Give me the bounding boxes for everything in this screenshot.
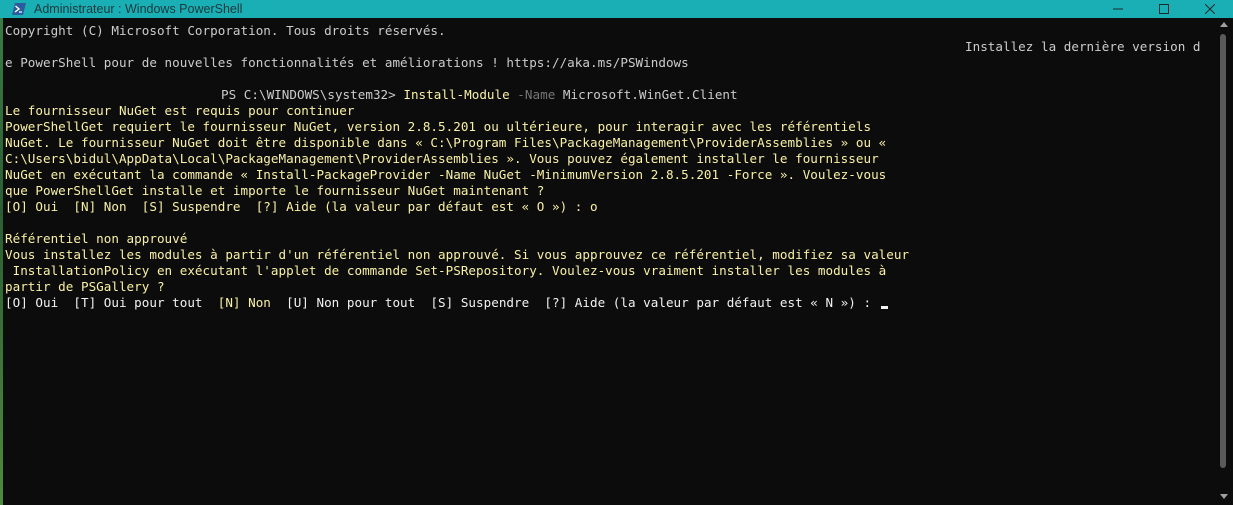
close-button[interactable] — [1187, 0, 1233, 18]
powershell-window: Administrateur : Windows PowerShell Copy… — [0, 0, 1233, 505]
warning-line: partir de PSGallery ? — [5, 279, 165, 294]
maximize-icon — [1159, 4, 1169, 14]
console-line: Copyright (C) Microsoft Corporation. Tou… — [5, 23, 446, 38]
window-title: Administrateur : Windows PowerShell — [34, 2, 243, 16]
default-choice: [N] Non — [217, 295, 271, 310]
title-bar[interactable]: Administrateur : Windows PowerShell — [0, 0, 1233, 18]
warning-line: PowerShellGet requiert le fournisseur Nu… — [5, 119, 872, 134]
close-icon — [1205, 4, 1215, 14]
command-parameter: -Name — [509, 87, 556, 102]
warning-line: Vous installez les modules à partir d'un… — [5, 247, 910, 262]
console-output[interactable]: Copyright (C) Microsoft Corporation. Tou… — [0, 20, 1214, 505]
choice-options: [U] Non pour tout [S] Suspendre [?] Aide… — [270, 295, 879, 310]
prompt-path: PS C:\WINDOWS\system32> — [221, 87, 404, 102]
choice-line: [O] Oui [N] Non [S] Suspendre [?] Aide (… — [5, 199, 598, 214]
window-controls — [1095, 0, 1233, 18]
text-cursor — [880, 306, 888, 309]
console-line: e PowerShell pour de nouvelles fonctionn… — [5, 55, 689, 70]
scroll-down-arrow-icon[interactable] — [1220, 494, 1228, 499]
warning-title: Référentiel non approuvé — [5, 231, 188, 246]
vertical-scrollbar[interactable] — [1214, 20, 1233, 505]
scroll-thumb[interactable] — [1220, 34, 1226, 468]
warning-line: que PowerShellGet installe et importe le… — [5, 183, 545, 198]
active-choice-line[interactable]: [O] Oui [T] Oui pour tout [N] Non [U] No… — [5, 295, 888, 311]
warning-line: C:\Users\bidul\AppData\Local\PackageMana… — [5, 151, 879, 166]
powershell-icon[interactable] — [12, 3, 26, 15]
warning-line: NuGet. Le fournisseur NuGet doit être di… — [5, 135, 887, 150]
maximize-button[interactable] — [1141, 0, 1187, 18]
warning-title: Le fournisseur NuGet est requis pour con… — [5, 103, 355, 118]
scroll-up-arrow-icon[interactable] — [1220, 22, 1228, 27]
command-argument: Microsoft.WinGet.Client — [555, 87, 738, 102]
minimize-icon — [1113, 8, 1123, 10]
command-prompt-line: PS C:\WINDOWS\system32> Install-Module -… — [221, 87, 738, 103]
command-name: Install-Module — [403, 87, 510, 102]
choice-options: [O] Oui [T] Oui pour tout — [5, 295, 218, 310]
warning-line: InstallationPolicy en exécutant l'applet… — [5, 263, 887, 278]
warning-line: NuGet en exécutant la commande « Install… — [5, 167, 887, 182]
console-line: Installez la dernière version d — [965, 39, 1201, 54]
minimize-button[interactable] — [1095, 0, 1141, 18]
